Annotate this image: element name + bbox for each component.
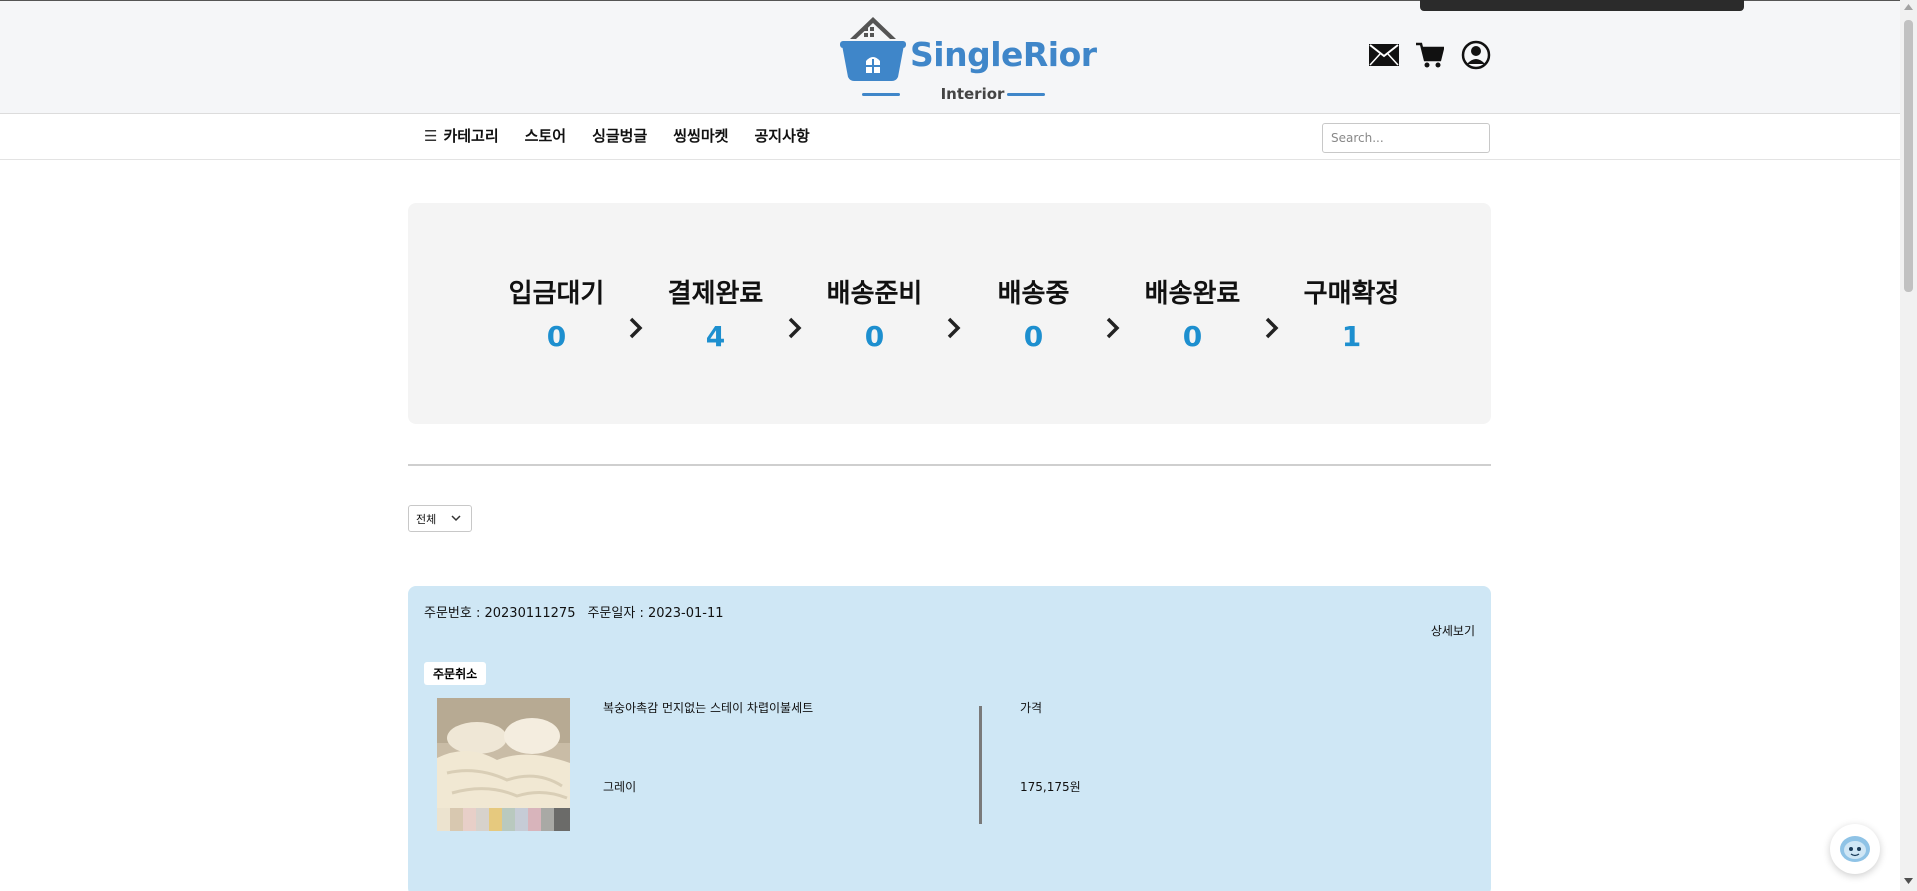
status-count: 0 — [1023, 320, 1044, 353]
status-step-pending-deposit[interactable]: 입금대기 0 — [498, 273, 615, 353]
nav-item-store[interactable]: 스토어 — [525, 125, 566, 146]
cart-icon[interactable] — [1414, 39, 1446, 71]
status-label: 구매확정 — [1303, 279, 1400, 309]
cancel-order-button[interactable]: 주문취소 — [424, 662, 487, 685]
product-option: 그레이 — [603, 780, 637, 794]
status-label: 입금대기 — [508, 279, 605, 309]
chevron-down-icon — [451, 515, 461, 522]
status-count: 1 — [1341, 320, 1362, 353]
status-step-shipping[interactable]: 배송중 0 — [975, 273, 1092, 353]
price-value: 175,175원 — [1020, 780, 1081, 794]
chevron-right-icon — [1251, 273, 1293, 343]
nav-item-market[interactable]: 씽씽마켓 — [673, 125, 728, 146]
column-divider — [979, 706, 982, 824]
nav-item-category[interactable]: ☰ 카테고리 — [424, 125, 499, 146]
chevron-right-icon — [615, 273, 657, 343]
status-label: 배송중 — [997, 279, 1070, 309]
status-count: 4 — [705, 320, 726, 353]
product-name[interactable]: 복숭아촉감 먼지없는 스테이 차렵이불세트 — [603, 699, 813, 716]
scroll-thumb[interactable] — [1904, 20, 1913, 292]
browser-popup-bar — [1420, 0, 1744, 11]
brand-name: SingleRior — [910, 35, 1097, 74]
status-step-paid[interactable]: 결제완료 4 — [657, 273, 774, 353]
order-meta: 주문번호 : 20230111275 주문일자 : 2023-01-11 — [424, 602, 724, 621]
mail-icon[interactable] — [1368, 39, 1400, 71]
nav-item-notice[interactable]: 공지사항 — [754, 125, 809, 146]
site-logo[interactable]: SingleRior Interior — [840, 15, 1097, 105]
page-scrollbar[interactable] — [1900, 0, 1917, 891]
order-number: 주문번호 : 20230111275 — [424, 606, 576, 621]
logo-line-left — [862, 93, 900, 96]
nav-menu: ☰ 카테고리 스토어 싱글벙글 씽씽마켓 공지사항 — [424, 125, 810, 146]
scroll-up-icon[interactable] — [1904, 4, 1913, 10]
nav-item-label: 카테고리 — [443, 127, 499, 145]
search-input[interactable] — [1322, 123, 1490, 153]
site-header: SingleRior Interior — [0, 1, 1900, 114]
status-count: 0 — [1182, 320, 1203, 353]
status-label: 배송준비 — [826, 279, 923, 309]
order-status-panel: 입금대기 0 결제완료 4 배송준비 0 배송중 0 배송완료 0 구매확정 1 — [408, 203, 1491, 424]
chatbot-icon — [1840, 836, 1870, 862]
logo-line-right — [1007, 93, 1045, 96]
basket-house-icon — [840, 17, 906, 81]
status-count: 0 — [864, 320, 885, 353]
status-step-preparing[interactable]: 배송준비 0 — [816, 273, 933, 353]
price-label: 가격 — [1020, 701, 1043, 715]
status-step-delivered[interactable]: 배송완료 0 — [1134, 273, 1251, 353]
product-image[interactable] — [437, 698, 570, 831]
hamburger-icon: ☰ — [424, 127, 438, 145]
brand-subtitle: Interior — [940, 85, 1005, 103]
status-label: 배송완료 — [1144, 279, 1241, 309]
main-nav: ☰ 카테고리 스토어 싱글벙글 씽씽마켓 공지사항 — [0, 115, 1900, 160]
header-icons — [1368, 39, 1492, 71]
chevron-right-icon — [774, 273, 816, 343]
order-detail-link[interactable]: 상세보기 — [1431, 622, 1475, 639]
section-divider — [408, 464, 1491, 466]
order-filter-select[interactable]: 전체 — [408, 505, 472, 532]
order-card: 주문번호 : 20230111275 주문일자 : 2023-01-11 상세보기… — [408, 586, 1491, 891]
chevron-right-icon — [933, 273, 975, 343]
status-label: 결제완료 — [667, 279, 764, 309]
status-count: 0 — [546, 320, 567, 353]
scroll-down-icon[interactable] — [1904, 878, 1913, 884]
chevron-right-icon — [1092, 273, 1134, 343]
nav-item-singlebunggle[interactable]: 싱글벙글 — [592, 125, 647, 146]
order-date: 주문일자 : 2023-01-11 — [587, 606, 724, 621]
status-step-confirmed[interactable]: 구매확정 1 — [1293, 273, 1410, 353]
chatbot-button[interactable] — [1830, 824, 1880, 874]
user-icon[interactable] — [1460, 39, 1492, 71]
filter-selected-value: 전체 — [416, 512, 437, 526]
order-status-steps: 입금대기 0 결제완료 4 배송준비 0 배송중 0 배송완료 0 구매확정 1 — [498, 273, 1410, 353]
